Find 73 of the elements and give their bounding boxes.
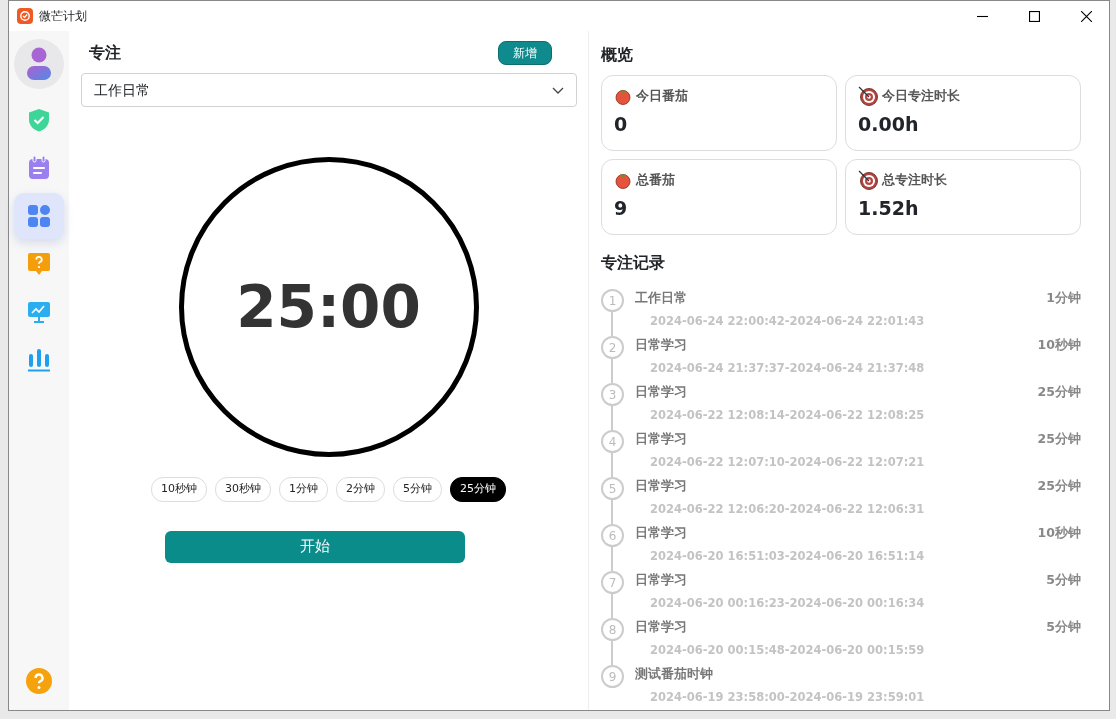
- section-title: 专注: [89, 42, 121, 64]
- sidebar-item[interactable]: [14, 193, 64, 239]
- record-time: 2024-06-22 12:08:14-2024-06-22 12:08:25: [649, 406, 926, 424]
- avatar-icon: [26, 47, 52, 81]
- step-number: 9: [601, 665, 624, 688]
- shield-check-icon: [28, 108, 50, 132]
- stat-value: 9: [614, 195, 629, 221]
- step-number: 7: [601, 571, 624, 594]
- step-number: 8: [601, 618, 624, 641]
- step-number: 5: [601, 477, 624, 500]
- record-duration: 5分钟: [1046, 571, 1081, 589]
- record-time: 2024-06-22 12:07:10-2024-06-22 12:07:21: [649, 453, 926, 471]
- bar-chart-icon: [27, 348, 51, 372]
- record-name: 日常学习: [635, 618, 687, 636]
- record-time: 2024-06-20 00:15:48-2024-06-20 00:15:59: [649, 641, 926, 659]
- stat-label: 总番茄: [636, 171, 675, 189]
- calendar-icon: [28, 156, 50, 180]
- record-name: 日常学习: [635, 477, 687, 495]
- duration-chip[interactable]: 30秒钟: [215, 477, 271, 502]
- chevron-down-icon: [551, 86, 564, 94]
- duration-chip[interactable]: 2分钟: [336, 477, 385, 502]
- monitor-chart-icon: [27, 301, 51, 323]
- stat-label: 今日专注时长: [882, 87, 960, 106]
- record-duration: 1分钟: [1046, 289, 1081, 307]
- record-time: 2024-06-22 12:06:20-2024-06-22 12:06:31: [649, 500, 926, 518]
- stat-label: 总专注时长: [882, 171, 947, 190]
- record-duration: 5分钟: [1046, 618, 1081, 636]
- step-number: 3: [601, 383, 624, 406]
- step-number: 1: [601, 289, 624, 312]
- section-title: 概览: [601, 44, 634, 66]
- record-name: 工作日常: [635, 289, 687, 307]
- add-button[interactable]: 新增: [498, 41, 552, 65]
- start-button[interactable]: 开始: [164, 530, 465, 563]
- target-icon: [858, 170, 878, 190]
- record-time: 2024-06-20 16:51:03-2024-06-20 16:51:14: [649, 547, 926, 565]
- record-duration: 25分钟: [1037, 430, 1081, 448]
- task-select[interactable]: 工作日常: [80, 73, 577, 107]
- record-duration: 25分钟: [1037, 383, 1081, 401]
- step-number: 2: [601, 336, 624, 359]
- window-title: 微芒计划: [39, 8, 87, 25]
- step-number: 4: [601, 430, 624, 453]
- duration-chip[interactable]: 5分钟: [393, 477, 442, 502]
- record-time: 2024-06-19 23:58:00-2024-06-19 23:59:01: [649, 688, 926, 706]
- stat-value: 0.00h: [858, 112, 920, 137]
- record-duration: 25分钟: [1037, 477, 1081, 495]
- record-name: 日常学习: [635, 430, 687, 448]
- record-time: 2024-06-24 21:37:37-2024-06-24 21:37:48: [649, 359, 926, 377]
- stat-value: 0: [614, 111, 629, 137]
- timer-text: 25:00: [236, 271, 421, 343]
- avatar[interactable]: [14, 39, 64, 89]
- record-duration: 10秒钟: [1037, 336, 1081, 354]
- record-time: 2024-06-20 00:16:23-2024-06-20 00:16:34: [649, 594, 926, 612]
- record-name: 日常学习: [635, 571, 687, 589]
- app-logo-icon: [17, 8, 33, 24]
- duration-chip[interactable]: 25分钟: [450, 477, 506, 502]
- help-icon[interactable]: [26, 668, 52, 694]
- duration-chip[interactable]: 10秒钟: [151, 477, 207, 502]
- record-name: 日常学习: [635, 336, 687, 354]
- record-time: 2024-06-24 22:00:42-2024-06-24 22:01:43: [649, 312, 926, 330]
- record-name: 日常学习: [635, 383, 687, 401]
- help-chat-icon: [27, 252, 51, 276]
- duration-chip[interactable]: 1分钟: [279, 477, 328, 502]
- grid-icon: [28, 205, 50, 227]
- record-name: 日常学习: [635, 524, 687, 542]
- section-title: 专注记录: [601, 252, 666, 274]
- close-icon[interactable]: [1080, 10, 1092, 22]
- step-number: 6: [601, 524, 624, 547]
- target-icon: [858, 86, 878, 106]
- record-name: 测试番茄时钟: [635, 665, 713, 683]
- stat-value: 1.52h: [858, 196, 920, 221]
- maximize-icon[interactable]: [1028, 10, 1040, 22]
- record-duration: 10秒钟: [1037, 524, 1081, 542]
- stat-label: 今日番茄: [636, 87, 688, 105]
